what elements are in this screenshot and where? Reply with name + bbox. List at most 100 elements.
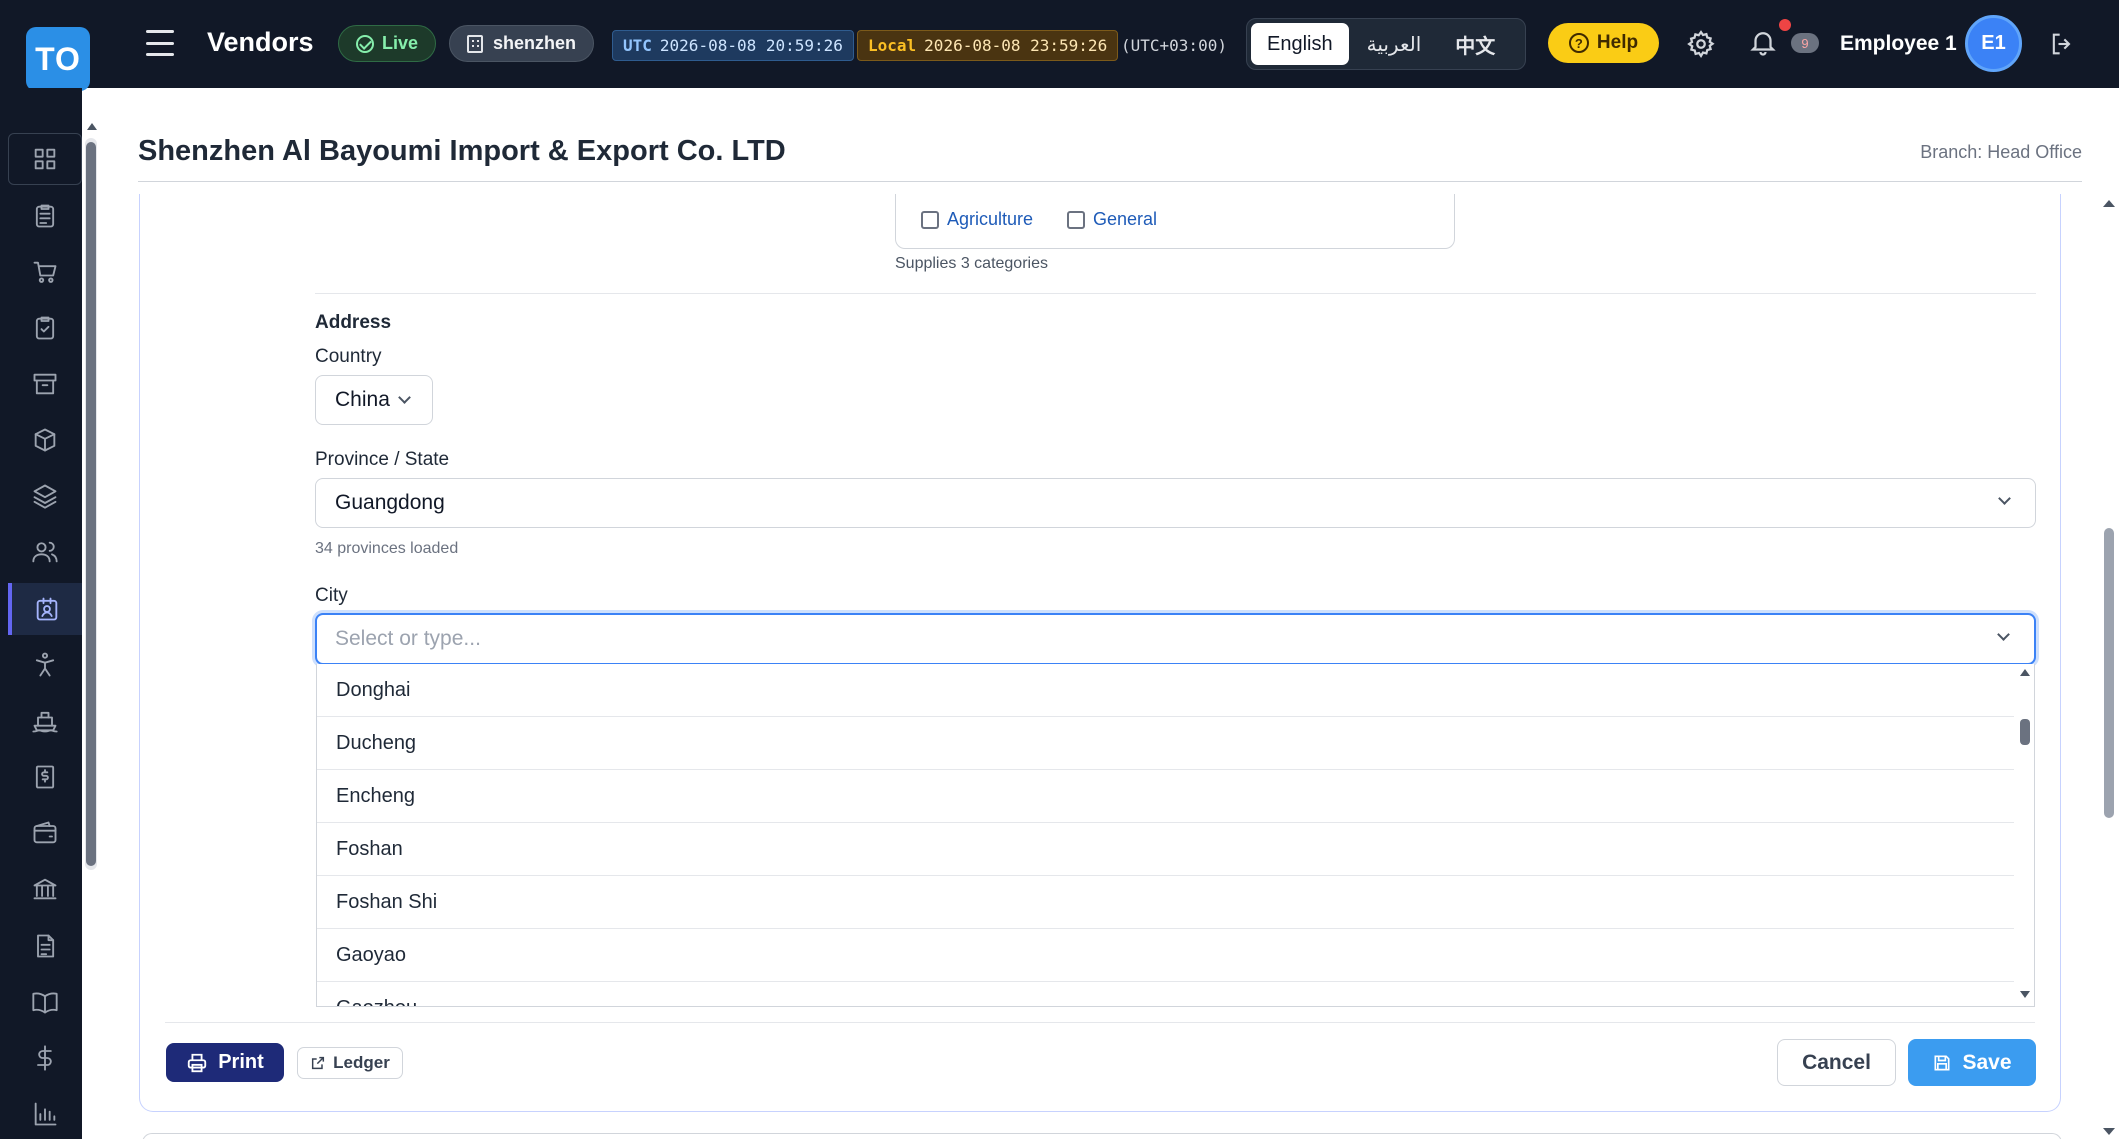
province-value: Guangdong <box>335 491 445 514</box>
app-logo[interactable]: TO <box>26 27 90 91</box>
category-label: General <box>1093 209 1158 229</box>
sidebar-item-layers[interactable] <box>8 470 82 522</box>
page-scroll-down-arrow[interactable] <box>2103 1128 2115 1135</box>
sidebar-item-wallet[interactable] <box>8 807 82 859</box>
help-label: Help <box>1596 32 1639 53</box>
branch-label: Branch: Head Office <box>1920 142 2082 162</box>
dollar-sign-icon <box>37 1045 52 1071</box>
gear-icon[interactable] <box>1686 29 1716 59</box>
category-agriculture-checkbox[interactable]: Agriculture <box>921 209 1033 230</box>
help-button[interactable]: ? Help <box>1548 23 1659 63</box>
next-card-edge <box>142 1133 2062 1139</box>
bank-icon <box>33 878 57 900</box>
sidebar-item-bank[interactable] <box>8 863 82 915</box>
city-dropdown-list[interactable]: Donghai Ducheng Encheng Foshan Foshan Shi Gao… <box>316 664 2035 1007</box>
category-label: Agriculture <box>947 209 1034 229</box>
sidebar-item-accessibility-person[interactable] <box>8 639 82 691</box>
live-status-badge: Live <box>338 25 437 62</box>
sidebar-scroll-thumb[interactable] <box>86 142 96 866</box>
notification-dot <box>1779 19 1791 31</box>
city-option[interactable]: Gaozhou <box>317 982 2014 1007</box>
utc-clock: UTC 2026-08-08 20:59:26 <box>612 30 854 61</box>
sidebar-item-ship[interactable] <box>8 695 82 747</box>
save-button[interactable]: Save <box>1908 1039 2036 1086</box>
print-button[interactable]: Print <box>166 1043 284 1082</box>
country-label: Country <box>315 346 382 367</box>
sidebar-item-bar-chart[interactable] <box>8 1088 82 1139</box>
sidebar-item-shopping-cart[interactable] <box>8 246 82 298</box>
language-switcher: English العربية 中文 <box>1246 18 1526 70</box>
dropdown-scroll-thumb[interactable] <box>2020 719 2030 745</box>
city-option[interactable]: Gaoyao <box>317 929 2014 982</box>
address-section-title: Address <box>315 312 392 333</box>
city-option[interactable]: Ducheng <box>317 717 2014 770</box>
bar-chart-icon <box>34 1102 57 1126</box>
province-label: Province / State <box>315 449 450 470</box>
country-select[interactable]: China <box>315 375 433 425</box>
clipboard-check-icon <box>35 316 55 340</box>
dropdown-scrollbar[interactable] <box>2020 674 2030 994</box>
sidebar-item-book-open[interactable] <box>8 976 82 1028</box>
cancel-button[interactable]: Cancel <box>1777 1039 1896 1086</box>
categories-summary: Supplies 3 categories <box>895 255 1048 272</box>
country-value: China <box>335 388 390 411</box>
sidebar-item-package-cube[interactable] <box>8 414 82 466</box>
user-name[interactable]: Employee 1 <box>1840 32 1957 56</box>
province-hint: 34 provinces loaded <box>315 540 459 557</box>
utc-label: UTC <box>623 36 652 55</box>
dashboard-grid-icon <box>34 148 56 170</box>
menu-toggle-icon[interactable] <box>146 30 174 56</box>
chevron-down-icon <box>1997 628 2010 641</box>
lang-arabic-button[interactable]: العربية <box>1351 23 1438 65</box>
page-scroll-thumb[interactable] <box>2104 528 2114 818</box>
live-status-label: Live <box>382 33 419 53</box>
sidebar-item-document[interactable] <box>8 920 82 972</box>
document-icon <box>37 934 55 958</box>
question-circle-icon: ? <box>1568 33 1589 53</box>
local-label: Local <box>868 36 917 55</box>
save-disk-icon <box>1934 1055 1950 1070</box>
chevron-down-icon <box>1998 492 2011 505</box>
city-option[interactable]: Foshan Shi <box>317 876 2014 929</box>
notification-count-badge: 9 <box>1791 33 1819 53</box>
sidebar-item-dashboard-grid[interactable] <box>8 133 82 185</box>
avatar[interactable]: E1 <box>1965 15 2022 72</box>
bell-icon[interactable] <box>1748 27 1778 57</box>
city-option[interactable]: Foshan <box>317 823 2014 876</box>
ledger-button[interactable]: Ledger <box>297 1047 403 1079</box>
sidebar-item-dollar-sign[interactable] <box>8 1032 82 1084</box>
sidebar-item-users[interactable] <box>8 526 82 578</box>
building-icon <box>467 34 483 53</box>
sidebar-scrollbar[interactable] <box>85 138 97 870</box>
users-icon <box>32 541 58 563</box>
city-option[interactable]: Donghai <box>317 664 2014 717</box>
accessibility-person-icon <box>35 652 55 677</box>
sidebar-item-dollar-receipt[interactable] <box>8 751 82 803</box>
sidebar-item-archive-box[interactable] <box>8 358 82 410</box>
checkbox-box[interactable] <box>921 210 939 229</box>
province-select[interactable]: Guangdong <box>315 478 2036 528</box>
section-divider <box>315 293 2036 294</box>
layers-icon <box>33 484 57 509</box>
printer-icon <box>188 1053 207 1072</box>
book-open-icon <box>32 992 58 1014</box>
lang-english-button[interactable]: English <box>1251 23 1349 65</box>
sidebar-scroll-up-arrow[interactable] <box>87 123 97 130</box>
page-scrollbar[interactable] <box>2102 194 2116 1139</box>
sidebar-item-vendor-badge[interactable] <box>8 583 82 635</box>
timezone-offset: (UTC+03:00) <box>1121 36 1227 55</box>
chevron-down-icon <box>398 391 411 404</box>
logout-icon[interactable] <box>2048 30 2078 60</box>
lang-chinese-button[interactable]: 中文 <box>1439 23 1511 65</box>
external-link-icon <box>312 1056 325 1070</box>
checkbox-box[interactable] <box>1067 210 1085 229</box>
utc-time: 2026-08-08 20:59:26 <box>659 36 843 55</box>
dropdown-scroll-down-arrow[interactable] <box>2020 991 2030 998</box>
category-general-checkbox[interactable]: General <box>1067 209 1157 230</box>
print-label: Print <box>218 1051 264 1073</box>
city-option[interactable]: Encheng <box>317 770 2014 823</box>
sidebar-item-clipboard-list[interactable] <box>8 190 82 242</box>
sidebar-item-clipboard-check[interactable] <box>8 302 82 354</box>
city-combobox-input[interactable]: Select or type... <box>315 613 2036 665</box>
branch-switcher[interactable]: shenzhen <box>449 25 595 62</box>
